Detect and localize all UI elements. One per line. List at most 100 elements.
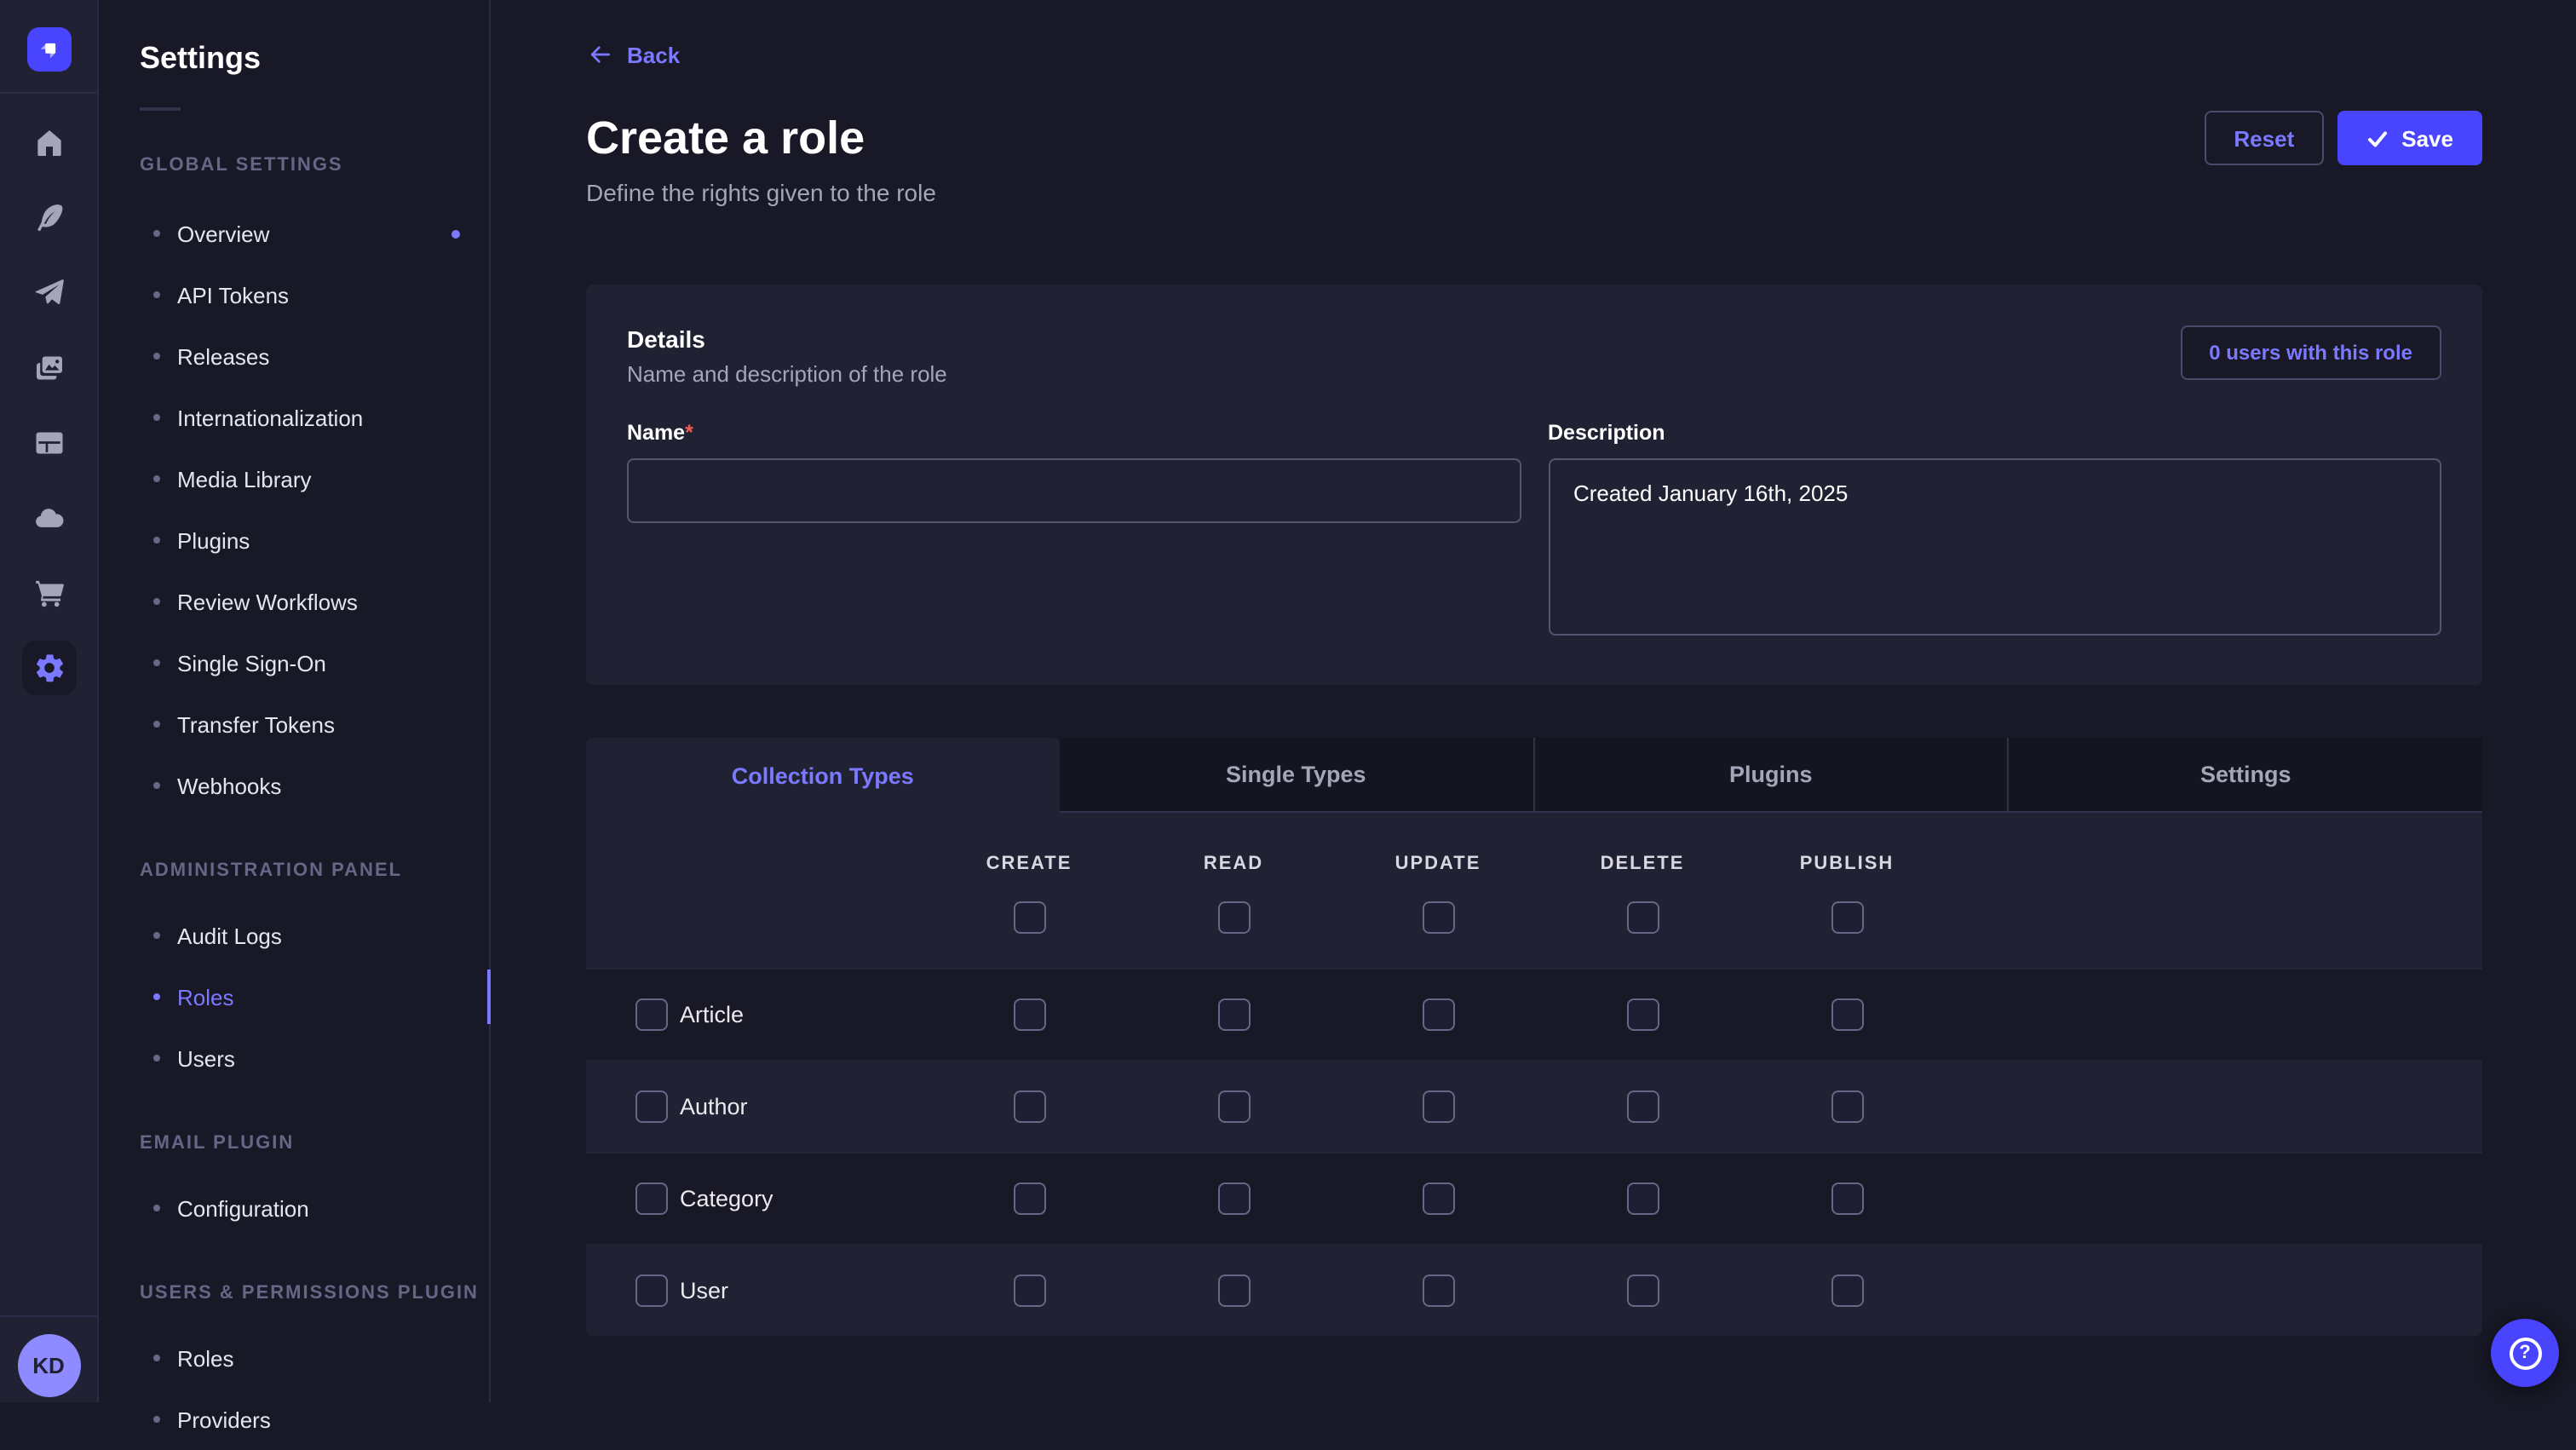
save-button[interactable]: Save bbox=[2337, 111, 2482, 165]
author-read-checkbox[interactable] bbox=[1217, 1090, 1250, 1123]
media-library-icon[interactable] bbox=[21, 341, 76, 395]
avatar[interactable]: KD bbox=[17, 1334, 80, 1397]
users-with-role-button[interactable]: 0 users with this role bbox=[2180, 325, 2441, 380]
sidebar-item-releases[interactable]: Releases bbox=[99, 325, 489, 387]
column-label-publish: PUBLISH bbox=[1800, 855, 1895, 874]
category-publish-checkbox[interactable] bbox=[1831, 1182, 1863, 1215]
sidebar-item-label: Audit Logs bbox=[177, 923, 282, 948]
header-actions: Reset Save bbox=[2205, 111, 2482, 165]
sidebar-item-transfer-tokens[interactable]: Transfer Tokens bbox=[99, 693, 489, 755]
category-row-checkbox[interactable] bbox=[635, 1182, 668, 1215]
settings-subnav: Settings GLOBAL SETTINGS Overview API To… bbox=[99, 0, 491, 1402]
main-content: Back Create a role Reset Save Define the… bbox=[491, 0, 2576, 1402]
feather-icon[interactable] bbox=[21, 191, 76, 245]
bullet-icon bbox=[153, 475, 160, 482]
select-all-update-checkbox[interactable] bbox=[1422, 901, 1454, 934]
category-read-checkbox[interactable] bbox=[1217, 1182, 1250, 1215]
tab-plugins[interactable]: Plugins bbox=[1532, 738, 2008, 813]
cloud-icon[interactable] bbox=[21, 491, 76, 545]
home-icon[interactable] bbox=[21, 116, 76, 170]
article-delete-checkbox[interactable] bbox=[1626, 998, 1659, 1031]
strapi-logo[interactable] bbox=[26, 27, 71, 72]
column-read: READ bbox=[1131, 813, 1336, 968]
author-delete-checkbox[interactable] bbox=[1626, 1090, 1659, 1123]
nav-list-global-settings: Overview API Tokens Releases Internation… bbox=[99, 203, 489, 816]
sidebar-item-overview[interactable]: Overview bbox=[99, 203, 489, 264]
back-link[interactable]: Back bbox=[586, 41, 680, 68]
select-all-delete-checkbox[interactable] bbox=[1626, 901, 1659, 934]
bullet-icon bbox=[153, 1055, 160, 1062]
article-create-checkbox[interactable] bbox=[1013, 998, 1045, 1031]
tab-collection-types[interactable]: Collection Types bbox=[586, 738, 1060, 813]
sidebar-item-label: Releases bbox=[177, 343, 269, 369]
name-input[interactable] bbox=[627, 458, 1521, 523]
category-delete-checkbox[interactable] bbox=[1626, 1182, 1659, 1215]
author-publish-checkbox[interactable] bbox=[1831, 1090, 1863, 1123]
author-row-checkbox[interactable] bbox=[635, 1090, 668, 1123]
gear-icon[interactable] bbox=[21, 641, 76, 695]
sidebar-item-label: Providers bbox=[177, 1407, 271, 1432]
permissions-section: Collection Types Single Types Plugins Se… bbox=[586, 738, 2482, 1336]
save-label: Save bbox=[2401, 125, 2453, 151]
user-create-checkbox[interactable] bbox=[1013, 1275, 1045, 1307]
rail-nav bbox=[21, 94, 76, 695]
help-button[interactable]: ? bbox=[2491, 1319, 2559, 1387]
sidebar-item-label: Overview bbox=[177, 221, 269, 246]
article-update-checkbox[interactable] bbox=[1422, 998, 1454, 1031]
description-textarea[interactable]: Created January 16th, 2025 bbox=[1548, 458, 2441, 636]
sidebar-item-providers[interactable]: Providers bbox=[99, 1389, 489, 1450]
bullet-icon bbox=[153, 291, 160, 298]
sidebar-item-label: Users bbox=[177, 1045, 235, 1071]
sidebar-item-api-tokens[interactable]: API Tokens bbox=[99, 264, 489, 325]
category-create-checkbox[interactable] bbox=[1013, 1182, 1045, 1215]
row-label-cell: Author bbox=[586, 1090, 927, 1123]
tab-settings[interactable]: Settings bbox=[2008, 738, 2483, 813]
reset-button[interactable]: Reset bbox=[2205, 111, 2323, 165]
row-label-cell: User bbox=[586, 1275, 927, 1307]
sidebar-item-users[interactable]: Users bbox=[99, 1027, 489, 1089]
sidebar-item-single-sign-on[interactable]: Single Sign-On bbox=[99, 632, 489, 693]
author-update-checkbox[interactable] bbox=[1422, 1090, 1454, 1123]
article-publish-checkbox[interactable] bbox=[1831, 998, 1863, 1031]
user-update-checkbox[interactable] bbox=[1422, 1275, 1454, 1307]
description-label-text: Description bbox=[1548, 421, 1665, 445]
header-spacer bbox=[586, 813, 927, 968]
sidebar-item-internationalization[interactable]: Internationalization bbox=[99, 387, 489, 448]
article-row-checkbox[interactable] bbox=[635, 998, 668, 1031]
description-label: Description bbox=[1548, 421, 1665, 445]
icon-rail: KD bbox=[0, 0, 99, 1402]
send-icon[interactable] bbox=[21, 266, 76, 320]
subnav-title: Settings bbox=[140, 41, 489, 77]
permissions-table: CREATE READ UPDATE DELETE bbox=[586, 813, 2482, 1336]
author-create-checkbox[interactable] bbox=[1013, 1090, 1045, 1123]
select-all-read-checkbox[interactable] bbox=[1217, 901, 1250, 934]
cart-icon[interactable] bbox=[21, 566, 76, 620]
sidebar-item-roles-active[interactable]: Roles bbox=[99, 966, 489, 1027]
row-label-cell: Article bbox=[586, 998, 927, 1031]
article-read-checkbox[interactable] bbox=[1217, 998, 1250, 1031]
sidebar-item-label: Transfer Tokens bbox=[177, 711, 335, 737]
select-all-create-checkbox[interactable] bbox=[1013, 901, 1045, 934]
column-label-read: READ bbox=[1204, 855, 1263, 874]
bullet-icon bbox=[153, 537, 160, 544]
sidebar-item-configuration[interactable]: Configuration bbox=[99, 1177, 489, 1239]
user-row-checkbox[interactable] bbox=[635, 1275, 668, 1307]
user-publish-checkbox[interactable] bbox=[1831, 1275, 1863, 1307]
user-delete-checkbox[interactable] bbox=[1626, 1275, 1659, 1307]
category-update-checkbox[interactable] bbox=[1422, 1182, 1454, 1215]
name-label-text: Name bbox=[627, 421, 685, 445]
sidebar-item-plugins[interactable]: Plugins bbox=[99, 509, 489, 571]
sidebar-item-webhooks[interactable]: Webhooks bbox=[99, 755, 489, 816]
permissions-table-header: CREATE READ UPDATE DELETE bbox=[586, 813, 2482, 968]
layout-icon[interactable] bbox=[21, 416, 76, 470]
section-label-email-plugin: EMAIL PLUGIN bbox=[140, 1133, 489, 1155]
sidebar-item-audit-logs[interactable]: Audit Logs bbox=[99, 905, 489, 966]
bullet-icon bbox=[153, 414, 160, 421]
user-read-checkbox[interactable] bbox=[1217, 1275, 1250, 1307]
bullet-icon bbox=[153, 1205, 160, 1211]
select-all-publish-checkbox[interactable] bbox=[1831, 901, 1863, 934]
sidebar-item-media-library[interactable]: Media Library bbox=[99, 448, 489, 509]
tab-single-types[interactable]: Single Types bbox=[1060, 738, 1533, 813]
sidebar-item-review-workflows[interactable]: Review Workflows bbox=[99, 571, 489, 632]
sidebar-item-up-roles[interactable]: Roles bbox=[99, 1327, 489, 1389]
